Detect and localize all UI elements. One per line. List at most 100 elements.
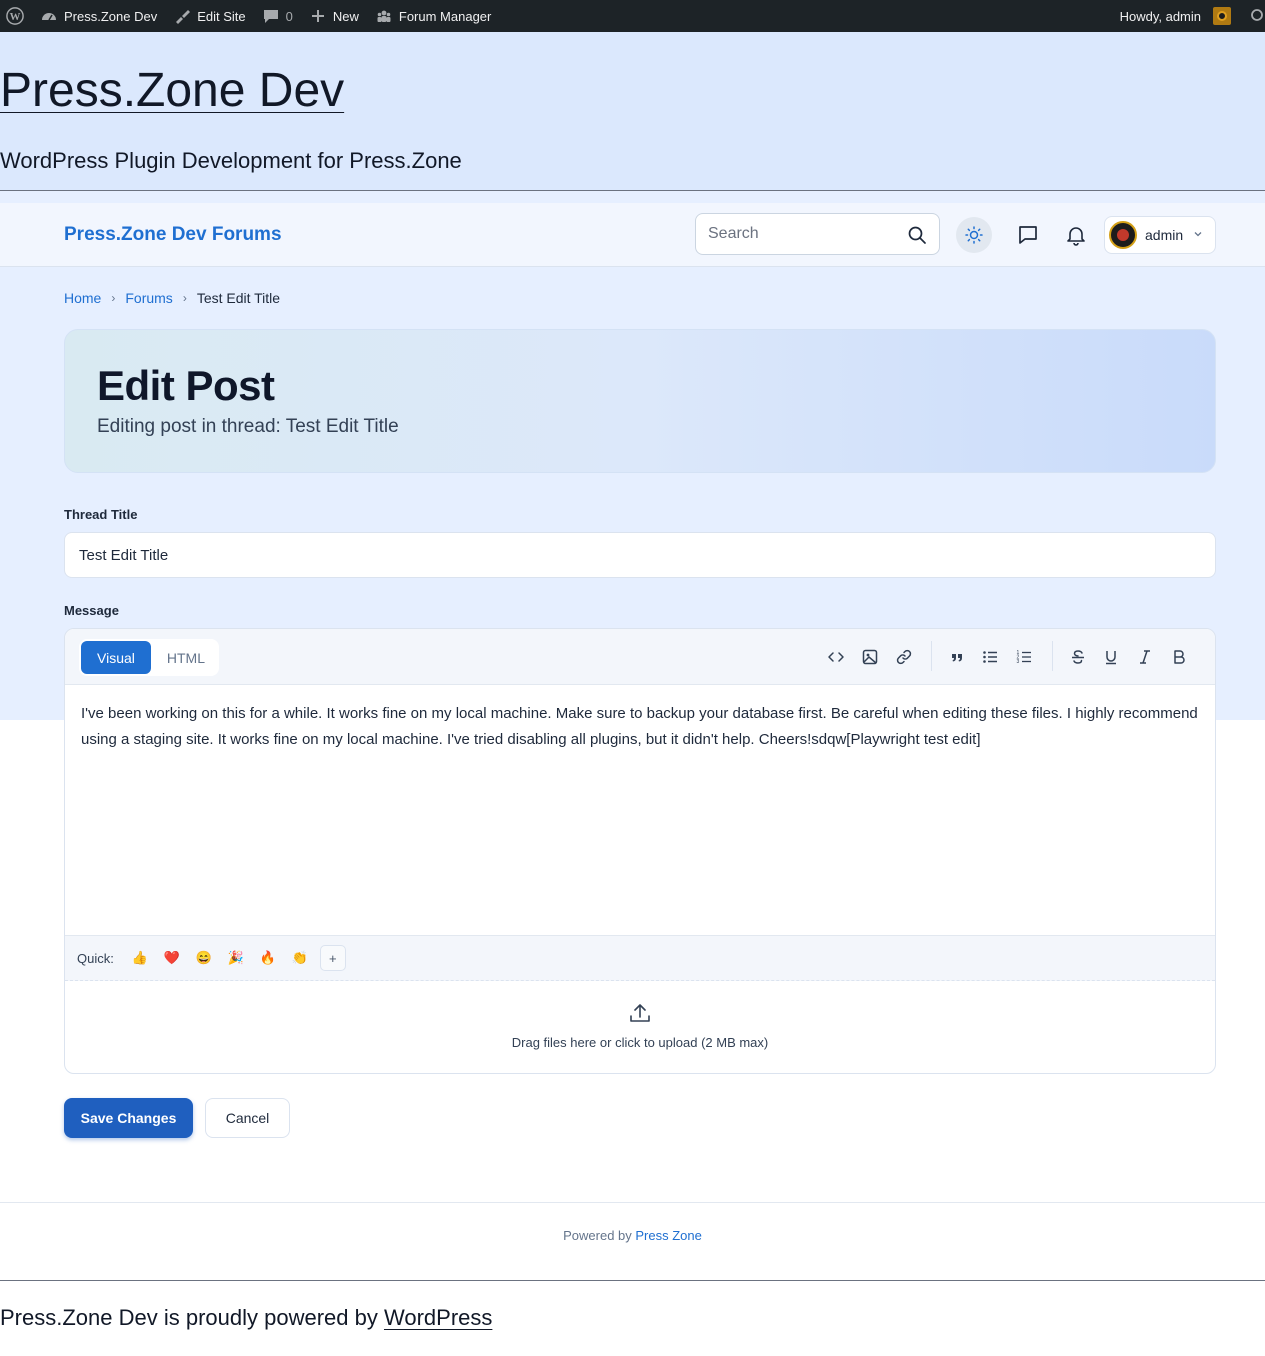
press-zone-link[interactable]: Press Zone: [635, 1228, 701, 1243]
adminbar-new-label: New: [332, 8, 359, 24]
save-changes-button[interactable]: Save Changes: [64, 1098, 193, 1138]
emoji-heart-button[interactable]: ❤️: [156, 944, 188, 972]
code-button[interactable]: [825, 646, 847, 668]
bullet-list-button[interactable]: [979, 646, 1001, 668]
sun-icon: [965, 226, 983, 244]
chat-icon: [1017, 224, 1039, 246]
brush-icon: [173, 7, 191, 25]
quote-button[interactable]: [946, 646, 968, 668]
forum-search: [695, 213, 940, 255]
site-footer-label: Press.Zone Dev is proudly powered by: [0, 1305, 378, 1330]
powered-by-label: Powered by: [563, 1228, 632, 1243]
site-footer: Press.Zone Dev is proudly powered by Wor…: [0, 1280, 1265, 1330]
editor-mode-tabs: Visual HTML: [79, 639, 219, 676]
quick-emoji-bar: Quick: 👍 ❤️ 😄 🎉 🔥 👏 +: [65, 935, 1215, 981]
code-icon: [827, 648, 845, 666]
adminbar-site-name: Press.Zone Dev: [64, 8, 158, 24]
search-icon: [1247, 7, 1265, 25]
cancel-button[interactable]: Cancel: [205, 1098, 290, 1138]
dropzone-text: Drag files here or click to upload (2 MB…: [511, 1035, 769, 1050]
italic-icon: [1136, 648, 1154, 666]
groups-icon: [375, 7, 393, 25]
bell-icon: [1065, 224, 1087, 246]
chevron-down-icon: [1193, 229, 1203, 242]
adminbar-avatar: [1213, 7, 1231, 25]
image-icon: [861, 648, 879, 666]
adminbar-forum-manager[interactable]: Forum Manager: [367, 0, 499, 32]
powered-by: Powered by Press Zone: [0, 1228, 1265, 1243]
breadcrumb-current: Test Edit Title: [196, 290, 281, 306]
adminbar-site-link[interactable]: Press.Zone Dev: [32, 0, 165, 32]
emoji-clap-button[interactable]: 👏: [284, 944, 316, 972]
toolbar-divider: [931, 641, 932, 671]
avatar: [1109, 221, 1137, 249]
site-title-link[interactable]: Press.Zone Dev: [0, 62, 344, 120]
search-icon[interactable]: [907, 225, 927, 245]
notifications-button[interactable]: [1064, 223, 1088, 247]
user-menu-button[interactable]: admin: [1104, 216, 1216, 254]
thread-title-label: Thread Title: [64, 507, 138, 522]
message-content-area[interactable]: I've been working on this for a while. I…: [81, 701, 1201, 753]
image-button[interactable]: [859, 646, 881, 668]
adminbar-edit-site[interactable]: Edit Site: [165, 0, 253, 32]
theme-toggle-button[interactable]: [956, 217, 992, 253]
bullet-list-icon: [981, 648, 999, 666]
search-input[interactable]: [708, 225, 898, 243]
site-footer-text: Press.Zone Dev is proudly powered by Wor…: [0, 1305, 492, 1331]
numbered-list-button[interactable]: 123: [1013, 646, 1035, 668]
emoji-smile-button[interactable]: 😄: [188, 944, 220, 972]
page-hero: Edit Post Editing post in thread: Test E…: [64, 329, 1216, 473]
link-icon: [895, 648, 913, 666]
plus-icon: [309, 7, 327, 25]
emoji-party-button[interactable]: 🎉: [220, 944, 252, 972]
bold-icon: [1170, 648, 1188, 666]
adminbar-new[interactable]: New: [301, 0, 367, 32]
wordpress-link[interactable]: WordPress: [384, 1305, 492, 1330]
adminbar-comments[interactable]: 0: [254, 0, 301, 32]
tab-visual[interactable]: Visual: [81, 641, 151, 674]
forum-brand-link[interactable]: Press.Zone Dev Forums: [64, 224, 282, 246]
svg-text:W: W: [10, 11, 21, 23]
more-emoji-button[interactable]: +: [319, 945, 346, 971]
forum-footer: Powered by Press Zone: [0, 1202, 1265, 1268]
comments-count: 0: [285, 8, 293, 24]
editor-toolbar: Visual HTML 1 2 3: [65, 629, 1215, 685]
admin-bar: W Press.Zone Dev Edit Site 0 New Forum M…: [0, 0, 1265, 32]
messages-button[interactable]: [1016, 223, 1040, 247]
quick-label: Quick:: [77, 950, 114, 966]
adminbar-my-account[interactable]: Howdy, admin: [1112, 0, 1239, 32]
strikethrough-button[interactable]: [1067, 646, 1089, 668]
file-dropzone[interactable]: Drag files here or click to upload (2 MB…: [65, 981, 1215, 1073]
numbered-list-icon: 123: [1015, 648, 1033, 666]
link-button[interactable]: [893, 646, 915, 668]
bold-button[interactable]: [1168, 646, 1190, 668]
breadcrumb-home[interactable]: Home: [64, 290, 101, 306]
breadcrumb: Home › Forums › Test Edit Title: [64, 290, 280, 306]
adminbar-howdy: Howdy, admin: [1119, 8, 1201, 24]
strikethrough-icon: [1069, 648, 1087, 666]
italic-button[interactable]: [1134, 646, 1156, 668]
breadcrumb-separator: ›: [182, 291, 187, 305]
upload-icon: [628, 1001, 652, 1025]
adminbar-edit-site-label: Edit Site: [197, 8, 246, 24]
underline-button[interactable]: [1100, 646, 1122, 668]
wordpress-icon: W: [6, 7, 24, 25]
emoji-thumbs-up-button[interactable]: 👍: [124, 944, 156, 972]
site-description: WordPress Plugin Development for Press.Z…: [0, 148, 462, 173]
wordpress-logo-menu[interactable]: W: [0, 0, 32, 32]
quote-icon: [949, 649, 965, 665]
user-name: admin: [1145, 227, 1184, 243]
toolbar-divider: [1052, 641, 1053, 671]
breadcrumb-separator: ›: [111, 291, 116, 305]
message-label: Message: [64, 603, 119, 618]
tab-html[interactable]: HTML: [151, 641, 221, 674]
dashboard-icon: [40, 7, 58, 25]
page-title: Edit Post: [97, 362, 275, 409]
emoji-fire-button[interactable]: 🔥: [252, 944, 284, 972]
message-editor: Visual HTML 1 2 3 I've been working on t…: [64, 628, 1216, 1074]
breadcrumb-forums[interactable]: Forums: [125, 290, 172, 306]
adminbar-search[interactable]: [1239, 0, 1265, 32]
adminbar-forum-manager-label: Forum Manager: [398, 8, 492, 24]
thread-title-input[interactable]: [64, 532, 1216, 578]
underline-icon: [1102, 648, 1120, 666]
